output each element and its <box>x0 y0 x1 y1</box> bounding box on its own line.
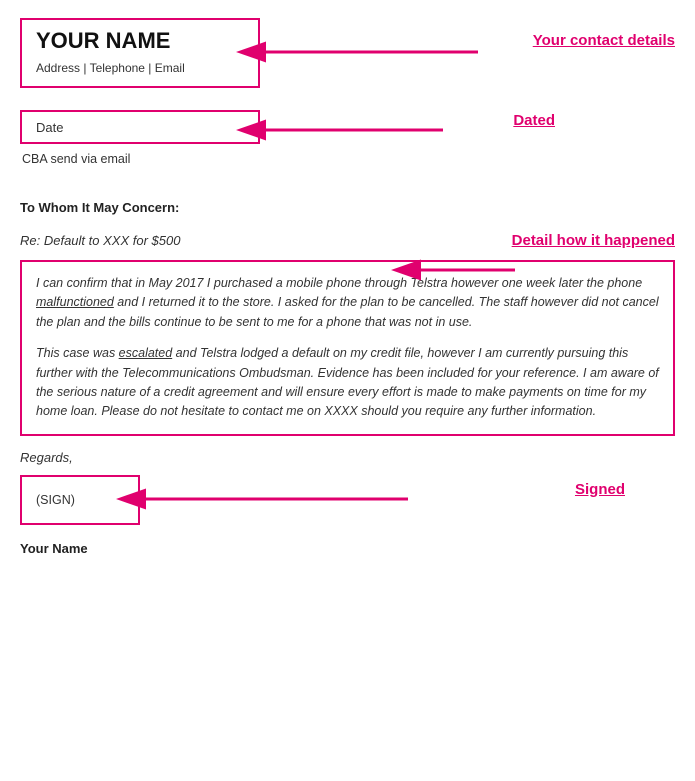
footer-name: Your Name <box>20 541 675 556</box>
greeting: To Whom It May Concern: <box>20 200 675 215</box>
contact-arrow <box>258 34 568 74</box>
signed-label: Signed <box>575 481 625 498</box>
contact-label: Your contact details <box>533 32 675 49</box>
regards-text: Regards, <box>20 450 73 465</box>
dated-label: Dated <box>513 112 555 129</box>
body-box: I can confirm that in May 2017 I purchas… <box>20 260 675 436</box>
re-text: Re: Default to XXX for $500 <box>20 233 180 248</box>
sign-box: (SIGN) <box>20 475 140 525</box>
footer-name-text: Your Name <box>20 541 88 556</box>
header-section: YOUR NAME Address | Telephone | Email Yo… <box>20 18 675 88</box>
body-paragraph-2: This case was escalated and Telstra lodg… <box>36 344 659 422</box>
body-paragraph-1: I can confirm that in May 2017 I purchas… <box>36 274 659 332</box>
send-line: CBA send via email <box>20 152 675 166</box>
dated-arrow <box>258 114 518 148</box>
malfunctioned-word: malfunctioned <box>36 295 114 309</box>
detail-arrow <box>415 246 615 282</box>
your-name: YOUR NAME <box>36 28 244 54</box>
regards-line: Regards, <box>20 450 675 465</box>
date-box: Date <box>20 110 260 144</box>
date-label: Date <box>36 120 63 135</box>
date-section: Date Dated <box>20 110 675 144</box>
escalated-word: escalated <box>119 346 173 360</box>
signed-arrow <box>138 483 478 517</box>
name-box: YOUR NAME Address | Telephone | Email <box>20 18 260 88</box>
greeting-text: To Whom It May Concern: <box>20 200 179 215</box>
sign-section: (SIGN) Signed <box>20 475 675 525</box>
body-section-wrapper: Detail how it happened I can confirm tha… <box>20 260 675 436</box>
contact-line: Address | Telephone | Email <box>36 61 185 75</box>
send-text: CBA send via email <box>22 152 130 166</box>
sign-text: (SIGN) <box>36 493 75 507</box>
